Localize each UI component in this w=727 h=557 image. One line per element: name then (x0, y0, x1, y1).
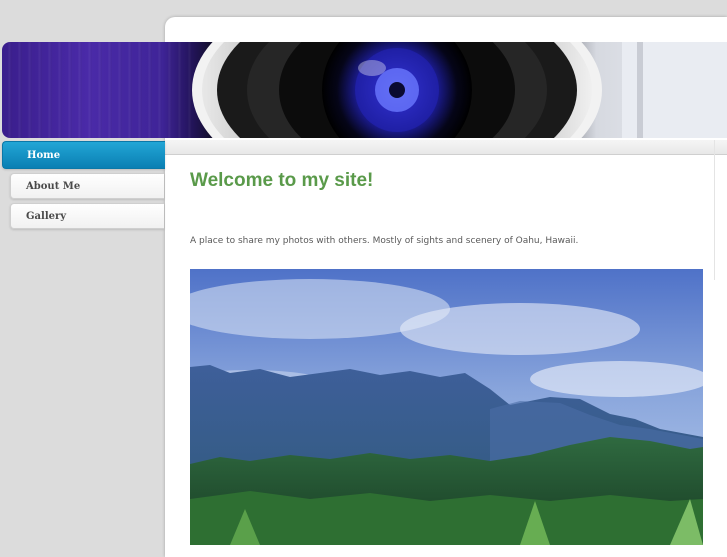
nav-item-about-me[interactable]: About Me (10, 173, 164, 199)
intro-text: A place to share my photos with others. … (190, 236, 579, 246)
header-divider (165, 140, 727, 155)
right-edge-strip (714, 140, 727, 280)
sidebar-nav: Home About Me Gallery (0, 141, 165, 233)
nav-item-label: Home (27, 150, 61, 161)
nav-item-label: Gallery (26, 211, 67, 222)
page-title: Welcome to my site! (190, 170, 374, 191)
camera-lens-image (192, 42, 727, 138)
main-content: Welcome to my site! A place to share my … (190, 170, 703, 246)
banner-stripes (2, 42, 192, 138)
header-banner (2, 42, 727, 138)
nav-item-home[interactable]: Home (2, 141, 165, 169)
nav-item-gallery[interactable]: Gallery (10, 203, 164, 229)
nav-item-label: About Me (26, 181, 81, 192)
landscape-photo (190, 269, 703, 545)
